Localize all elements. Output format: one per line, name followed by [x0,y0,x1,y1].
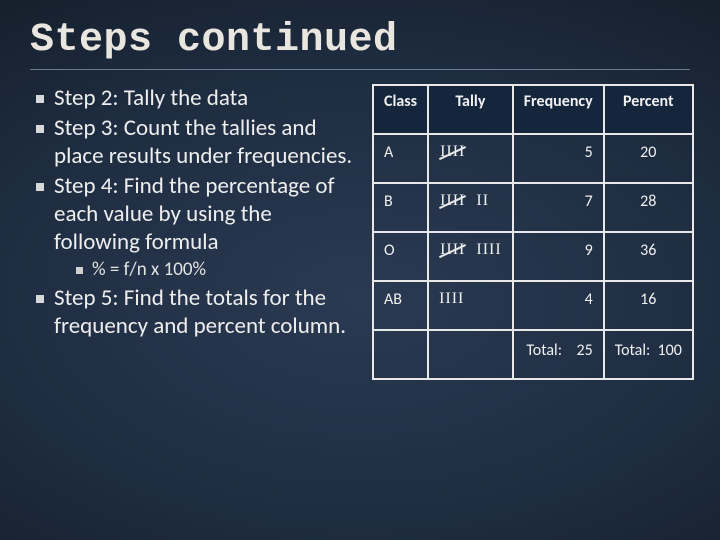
steps-column: Step 2: Tally the data Step 3: Count the… [30,84,360,380]
cell-percent: 28 [604,183,693,232]
cell-frequency: 4 [513,281,604,330]
table-row: A IIII 5 20 [373,134,693,183]
cell-percent: 36 [604,232,693,281]
table-row: B IIII II 7 28 [373,183,693,232]
cell-class: A [373,134,428,183]
cell-class: O [373,232,428,281]
table-row: AB IIII 4 16 [373,281,693,330]
cell-percent: 16 [604,281,693,330]
cell-percent: 20 [604,134,693,183]
table-row: O IIII IIII 9 36 [373,232,693,281]
step-5: Step 5: Find the totals for the frequenc… [36,284,360,340]
step-4-text: Step 4: Find the percentage of each valu… [54,172,335,256]
frequency-table: Class Tally Frequency Percent A IIII 5 2… [372,84,694,380]
total-pct-label: Total: [615,341,651,360]
col-tally: Tally [428,85,513,134]
page-title: Steps continued [30,18,690,70]
cell-empty [373,330,428,379]
table-body: A IIII 5 20 B IIII II 7 28 O IIII IIII [373,134,693,379]
step-4-formula: % = f/n x 100% [76,258,360,282]
cell-tally: IIII [428,281,513,330]
col-frequency: Frequency [513,85,604,134]
table-column: Class Tally Frequency Percent A IIII 5 2… [372,84,694,380]
total-pct-value: 100 [658,341,682,360]
cell-total-frequency: Total: 25 [513,330,604,379]
step-2: Step 2: Tally the data [36,84,360,112]
cell-total-percent: Total: 100 [604,330,693,379]
steps-list: Step 2: Tally the data Step 3: Count the… [30,84,360,340]
cell-frequency: 5 [513,134,604,183]
step-4: Step 4: Find the percentage of each valu… [36,172,360,282]
col-percent: Percent [604,85,693,134]
cell-frequency: 9 [513,232,604,281]
cell-tally: IIII IIII [428,232,513,281]
cell-class: B [373,183,428,232]
col-class: Class [373,85,428,134]
cell-frequency: 7 [513,183,604,232]
cell-empty [428,330,513,379]
total-freq-value: 25 [576,341,592,360]
cell-tally: IIII [428,134,513,183]
step-4-sublist: % = f/n x 100% [54,258,360,282]
table-total-row: Total: 25 Total: 100 [373,330,693,379]
content-row: Step 2: Tally the data Step 3: Count the… [30,84,690,380]
table-header-row: Class Tally Frequency Percent [373,85,693,134]
step-3: Step 3: Count the tallies and place resu… [36,114,360,170]
total-freq-label: Total: [526,341,562,360]
cell-tally: IIII II [428,183,513,232]
slide: Steps continued Step 2: Tally the data S… [0,0,720,540]
cell-class: AB [373,281,428,330]
